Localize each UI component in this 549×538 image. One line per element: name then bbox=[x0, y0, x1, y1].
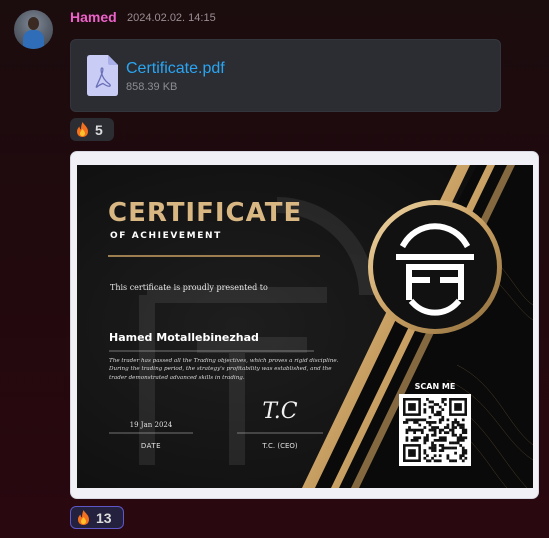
fire-icon bbox=[78, 510, 89, 525]
file-attachment[interactable]: Certificate.pdf 858.39 KB bbox=[70, 39, 501, 112]
certificate-date-label: DATE bbox=[140, 442, 162, 450]
certificate-description: The trader has passed all the Trading ob… bbox=[109, 358, 339, 381]
message-timestamp: 2024.02.02. 14:15 bbox=[127, 12, 216, 24]
certificate-signature-label: T.C. (CEO) bbox=[262, 442, 298, 450]
certificate-image-attachment[interactable]: CERTIFICATE OF ACHIEVEMENT This certific… bbox=[70, 151, 539, 499]
certificate-signature: T.C bbox=[262, 399, 298, 424]
file-name-link[interactable]: Certificate.pdf bbox=[126, 60, 225, 78]
reaction-fire[interactable]: 5 bbox=[70, 118, 114, 141]
certificate-image: CERTIFICATE OF ACHIEVEMENT This certific… bbox=[77, 165, 533, 488]
certificate-date: 19 Jan 2024 bbox=[129, 421, 173, 429]
file-size: 858.39 KB bbox=[126, 81, 178, 93]
avatar-head bbox=[28, 17, 39, 30]
sender-name[interactable]: Hamed bbox=[70, 9, 117, 25]
reaction-fire-selected[interactable]: 13 bbox=[70, 506, 124, 529]
pdf-file-icon bbox=[87, 55, 118, 96]
certificate-title: CERTIFICATE bbox=[108, 198, 303, 228]
user-avatar[interactable] bbox=[14, 10, 53, 49]
fire-icon bbox=[77, 122, 88, 137]
reaction-count: 5 bbox=[95, 121, 103, 138]
certificate-recipient: Hamed Motallebinezhad bbox=[109, 331, 259, 344]
certificate-subtitle: OF ACHIEVEMENT bbox=[110, 231, 222, 241]
scan-me-label: SCAN ME bbox=[414, 382, 456, 391]
reaction-count: 13 bbox=[96, 509, 112, 526]
avatar-torso bbox=[23, 30, 44, 49]
certificate-presented-text: This certificate is proudly presented to bbox=[110, 283, 268, 292]
